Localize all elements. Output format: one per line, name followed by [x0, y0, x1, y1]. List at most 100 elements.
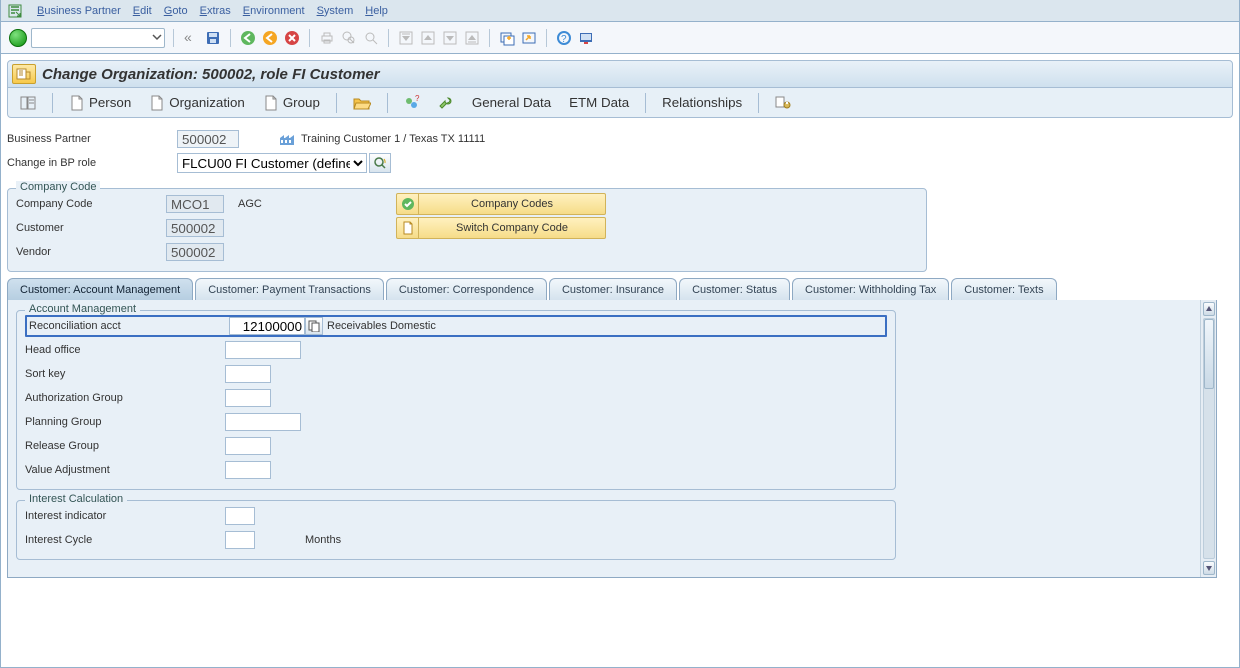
planning-group-field[interactable]: [225, 413, 301, 431]
release-group-field[interactable]: [225, 437, 271, 455]
bp-number-label: Business Partner: [7, 133, 177, 145]
value-adjustment-label: Value Adjustment: [25, 464, 225, 476]
relationships-button[interactable]: Relationships: [656, 92, 748, 114]
menubar: Business Partner Edit Goto Extras Enviro…: [1, 0, 1239, 22]
menu-environment[interactable]: Environment: [243, 5, 305, 17]
interest-cycle-label: Interest Cycle: [25, 534, 225, 546]
tabstrip: Customer: Account Management Customer: P…: [7, 278, 1233, 300]
enter-icon[interactable]: [9, 29, 27, 47]
tab-payment-transactions[interactable]: Customer: Payment Transactions: [195, 278, 384, 300]
interest-indicator-field[interactable]: [225, 507, 255, 525]
company-code-group: Company Code Company Code AGC Customer V…: [7, 188, 927, 272]
menu-help[interactable]: Help: [365, 5, 388, 17]
interest-cycle-field[interactable]: [225, 531, 255, 549]
value-adjustment-field[interactable]: [225, 461, 271, 479]
tab-account-management[interactable]: Customer: Account Management: [7, 278, 193, 300]
reconciliation-field[interactable]: [229, 317, 305, 335]
bp-overview-icon[interactable]: [769, 92, 797, 114]
tab-withholding-tax[interactable]: Customer: Withholding Tax: [792, 278, 949, 300]
prev-page-icon[interactable]: [419, 29, 437, 47]
menu-system[interactable]: System: [317, 5, 354, 17]
svg-text:?: ?: [415, 95, 420, 103]
menu-edit[interactable]: Edit: [133, 5, 152, 17]
etm-data-button[interactable]: ETM Data: [563, 92, 635, 114]
factory-icon: [279, 132, 295, 146]
menu-business-partner[interactable]: Business Partner: [37, 5, 121, 17]
last-page-icon[interactable]: [463, 29, 481, 47]
tab-correspondence[interactable]: Customer: Correspondence: [386, 278, 547, 300]
scroll-up-icon[interactable]: [1203, 302, 1215, 316]
cc-field: [166, 195, 224, 213]
app-menu-icon[interactable]: [7, 3, 23, 19]
print-icon[interactable]: [318, 29, 336, 47]
object-icon[interactable]: [12, 64, 36, 84]
scroll-track[interactable]: [1203, 318, 1215, 559]
app-toolbar: Person Organization Group ? General Data…: [7, 88, 1233, 118]
interest-cycle-unit: Months: [305, 534, 341, 546]
check-icon[interactable]: ?: [398, 92, 426, 114]
new-session-icon[interactable]: [498, 29, 516, 47]
bp-role-label: Change in BP role: [7, 157, 177, 169]
tab-insurance[interactable]: Customer: Insurance: [549, 278, 677, 300]
reconciliation-label: Reconciliation acct: [29, 320, 229, 332]
auth-group-field[interactable]: [225, 389, 271, 407]
customer-field: [166, 219, 224, 237]
bp-description: Training Customer 1 / Texas TX 11111: [301, 133, 485, 145]
layout-icon[interactable]: [577, 29, 595, 47]
nav-cancel-icon[interactable]: [283, 29, 301, 47]
scroll-down-icon[interactable]: [1203, 561, 1215, 575]
back-icon[interactable]: «: [182, 29, 200, 47]
reconciliation-text: Receivables Domestic: [327, 320, 436, 332]
nav-exit-icon[interactable]: [261, 29, 279, 47]
locator-button[interactable]: [14, 92, 42, 114]
sort-key-field[interactable]: [225, 365, 271, 383]
tab-page: Account Management Reconciliation acct R…: [7, 300, 1217, 578]
menu-goto[interactable]: Goto: [164, 5, 188, 17]
vendor-label: Vendor: [16, 246, 166, 258]
check-green-icon: [397, 193, 419, 215]
next-page-icon[interactable]: [441, 29, 459, 47]
menu-extras[interactable]: Extras: [200, 5, 231, 17]
planning-group-label: Planning Group: [25, 416, 225, 428]
wrench-icon[interactable]: [432, 92, 460, 114]
open-folder-icon[interactable]: [347, 92, 377, 114]
account-management-title: Account Management: [25, 303, 140, 315]
title-bar: Change Organization: 500002, role FI Cus…: [7, 60, 1233, 88]
cc-text: AGC: [238, 198, 262, 210]
shortcut-icon[interactable]: [520, 29, 538, 47]
page-title: Change Organization: 500002, role FI Cus…: [42, 66, 380, 83]
interest-calc-title: Interest Calculation: [25, 493, 127, 505]
save-icon[interactable]: [204, 29, 222, 47]
find-icon[interactable]: [340, 29, 358, 47]
interest-indicator-label: Interest indicator: [25, 510, 225, 522]
interest-calc-group: Interest Calculation Interest indicator …: [16, 500, 896, 560]
nav-back-icon[interactable]: [239, 29, 257, 47]
value-help-icon[interactable]: [305, 317, 323, 335]
company-codes-button[interactable]: Company Codes: [396, 193, 606, 215]
switch-company-code-button[interactable]: Switch Company Code: [396, 217, 606, 239]
group-button[interactable]: Group: [257, 92, 326, 114]
vendor-field: [166, 243, 224, 261]
find-next-icon[interactable]: [362, 29, 380, 47]
tab-texts[interactable]: Customer: Texts: [951, 278, 1056, 300]
head-office-label: Head office: [25, 344, 225, 356]
bp-role-search-icon[interactable]: [369, 153, 391, 173]
sort-key-label: Sort key: [25, 368, 225, 380]
general-data-button[interactable]: General Data: [466, 92, 557, 114]
tab-status[interactable]: Customer: Status: [679, 278, 790, 300]
command-field[interactable]: [31, 28, 165, 48]
scroll-thumb[interactable]: [1204, 319, 1214, 389]
auth-group-label: Authorization Group: [25, 392, 225, 404]
head-office-field[interactable]: [225, 341, 301, 359]
dropdown-icon[interactable]: [151, 30, 163, 44]
company-code-group-title: Company Code: [16, 181, 100, 193]
person-button[interactable]: Person: [63, 92, 137, 114]
help-icon[interactable]: ?: [555, 29, 573, 47]
bp-role-select[interactable]: FLCU00 FI Customer (define…: [177, 153, 367, 173]
vertical-scrollbar[interactable]: [1200, 300, 1216, 577]
reconciliation-row-highlight: Reconciliation acct Receivables Domestic: [25, 315, 887, 337]
organization-button[interactable]: Organization: [143, 92, 251, 114]
first-page-icon[interactable]: [397, 29, 415, 47]
release-group-label: Release Group: [25, 440, 225, 452]
account-management-group: Account Management Reconciliation acct R…: [16, 310, 896, 490]
